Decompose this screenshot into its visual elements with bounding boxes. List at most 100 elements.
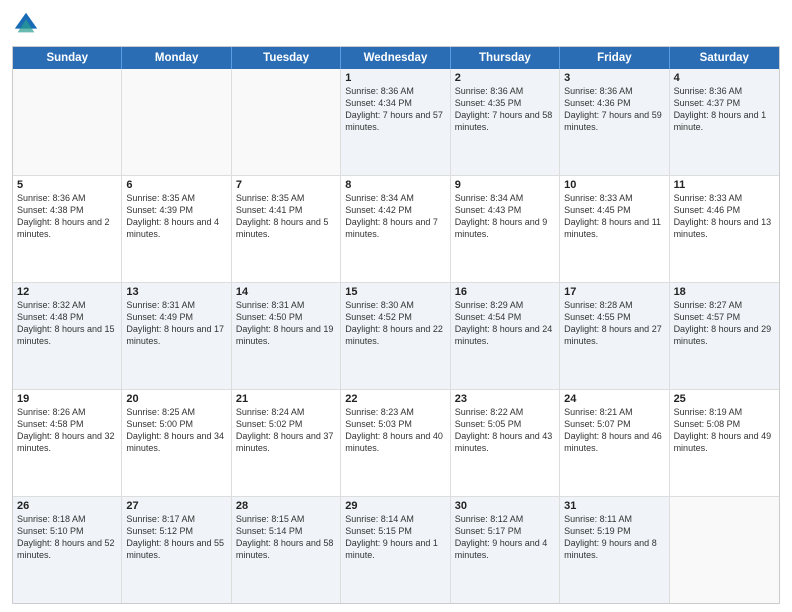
day-number: 30 (455, 500, 555, 512)
day-number: 15 (345, 286, 445, 298)
calendar-header: SundayMondayTuesdayWednesdayThursdayFrid… (13, 47, 779, 69)
calendar-cell: 22Sunrise: 8:23 AM Sunset: 5:03 PM Dayli… (341, 390, 450, 496)
calendar-cell: 1Sunrise: 8:36 AM Sunset: 4:34 PM Daylig… (341, 69, 450, 175)
day-info: Sunrise: 8:14 AM Sunset: 5:15 PM Dayligh… (345, 513, 445, 562)
calendar-cell: 26Sunrise: 8:18 AM Sunset: 5:10 PM Dayli… (13, 497, 122, 603)
calendar-cell: 16Sunrise: 8:29 AM Sunset: 4:54 PM Dayli… (451, 283, 560, 389)
day-info: Sunrise: 8:32 AM Sunset: 4:48 PM Dayligh… (17, 299, 117, 348)
calendar-cell: 24Sunrise: 8:21 AM Sunset: 5:07 PM Dayli… (560, 390, 669, 496)
day-number: 10 (564, 179, 664, 191)
day-info: Sunrise: 8:11 AM Sunset: 5:19 PM Dayligh… (564, 513, 664, 562)
day-info: Sunrise: 8:17 AM Sunset: 5:12 PM Dayligh… (126, 513, 226, 562)
calendar: SundayMondayTuesdayWednesdayThursdayFrid… (12, 46, 780, 604)
day-info: Sunrise: 8:15 AM Sunset: 5:14 PM Dayligh… (236, 513, 336, 562)
day-number: 5 (17, 179, 117, 191)
day-number: 23 (455, 393, 555, 405)
calendar-cell (232, 69, 341, 175)
day-number: 4 (674, 72, 775, 84)
day-info: Sunrise: 8:31 AM Sunset: 4:50 PM Dayligh… (236, 299, 336, 348)
day-number: 21 (236, 393, 336, 405)
calendar-cell: 12Sunrise: 8:32 AM Sunset: 4:48 PM Dayli… (13, 283, 122, 389)
calendar-row: 5Sunrise: 8:36 AM Sunset: 4:38 PM Daylig… (13, 176, 779, 283)
day-number: 6 (126, 179, 226, 191)
weekday-header: Friday (560, 47, 669, 69)
calendar-cell: 17Sunrise: 8:28 AM Sunset: 4:55 PM Dayli… (560, 283, 669, 389)
day-info: Sunrise: 8:35 AM Sunset: 4:41 PM Dayligh… (236, 192, 336, 241)
day-number: 2 (455, 72, 555, 84)
day-info: Sunrise: 8:29 AM Sunset: 4:54 PM Dayligh… (455, 299, 555, 348)
weekday-header: Saturday (670, 47, 779, 69)
day-info: Sunrise: 8:26 AM Sunset: 4:58 PM Dayligh… (17, 406, 117, 455)
calendar-cell: 7Sunrise: 8:35 AM Sunset: 4:41 PM Daylig… (232, 176, 341, 282)
day-info: Sunrise: 8:36 AM Sunset: 4:38 PM Dayligh… (17, 192, 117, 241)
day-info: Sunrise: 8:36 AM Sunset: 4:35 PM Dayligh… (455, 85, 555, 134)
day-info: Sunrise: 8:30 AM Sunset: 4:52 PM Dayligh… (345, 299, 445, 348)
weekday-header: Thursday (451, 47, 560, 69)
calendar-cell: 31Sunrise: 8:11 AM Sunset: 5:19 PM Dayli… (560, 497, 669, 603)
calendar-row: 26Sunrise: 8:18 AM Sunset: 5:10 PM Dayli… (13, 497, 779, 603)
day-info: Sunrise: 8:28 AM Sunset: 4:55 PM Dayligh… (564, 299, 664, 348)
weekday-header: Tuesday (232, 47, 341, 69)
calendar-cell: 10Sunrise: 8:33 AM Sunset: 4:45 PM Dayli… (560, 176, 669, 282)
calendar-cell (13, 69, 122, 175)
day-number: 28 (236, 500, 336, 512)
day-number: 13 (126, 286, 226, 298)
calendar-cell: 30Sunrise: 8:12 AM Sunset: 5:17 PM Dayli… (451, 497, 560, 603)
day-info: Sunrise: 8:36 AM Sunset: 4:37 PM Dayligh… (674, 85, 775, 134)
calendar-cell: 9Sunrise: 8:34 AM Sunset: 4:43 PM Daylig… (451, 176, 560, 282)
header (12, 10, 780, 38)
calendar-cell: 14Sunrise: 8:31 AM Sunset: 4:50 PM Dayli… (232, 283, 341, 389)
calendar-row: 12Sunrise: 8:32 AM Sunset: 4:48 PM Dayli… (13, 283, 779, 390)
day-number: 19 (17, 393, 117, 405)
day-number: 1 (345, 72, 445, 84)
weekday-header: Monday (122, 47, 231, 69)
day-info: Sunrise: 8:25 AM Sunset: 5:00 PM Dayligh… (126, 406, 226, 455)
day-number: 18 (674, 286, 775, 298)
day-number: 9 (455, 179, 555, 191)
day-number: 22 (345, 393, 445, 405)
day-info: Sunrise: 8:27 AM Sunset: 4:57 PM Dayligh… (674, 299, 775, 348)
calendar-cell: 2Sunrise: 8:36 AM Sunset: 4:35 PM Daylig… (451, 69, 560, 175)
calendar-cell: 29Sunrise: 8:14 AM Sunset: 5:15 PM Dayli… (341, 497, 450, 603)
calendar-cell: 13Sunrise: 8:31 AM Sunset: 4:49 PM Dayli… (122, 283, 231, 389)
day-number: 8 (345, 179, 445, 191)
day-info: Sunrise: 8:21 AM Sunset: 5:07 PM Dayligh… (564, 406, 664, 455)
day-info: Sunrise: 8:23 AM Sunset: 5:03 PM Dayligh… (345, 406, 445, 455)
calendar-cell: 19Sunrise: 8:26 AM Sunset: 4:58 PM Dayli… (13, 390, 122, 496)
calendar-cell (122, 69, 231, 175)
calendar-cell: 25Sunrise: 8:19 AM Sunset: 5:08 PM Dayli… (670, 390, 779, 496)
page: SundayMondayTuesdayWednesdayThursdayFrid… (0, 0, 792, 612)
calendar-cell: 15Sunrise: 8:30 AM Sunset: 4:52 PM Dayli… (341, 283, 450, 389)
day-number: 16 (455, 286, 555, 298)
calendar-cell: 21Sunrise: 8:24 AM Sunset: 5:02 PM Dayli… (232, 390, 341, 496)
weekday-header: Wednesday (341, 47, 450, 69)
calendar-row: 19Sunrise: 8:26 AM Sunset: 4:58 PM Dayli… (13, 390, 779, 497)
day-info: Sunrise: 8:12 AM Sunset: 5:17 PM Dayligh… (455, 513, 555, 562)
calendar-cell (670, 497, 779, 603)
calendar-cell: 5Sunrise: 8:36 AM Sunset: 4:38 PM Daylig… (13, 176, 122, 282)
calendar-cell: 11Sunrise: 8:33 AM Sunset: 4:46 PM Dayli… (670, 176, 779, 282)
day-info: Sunrise: 8:34 AM Sunset: 4:43 PM Dayligh… (455, 192, 555, 241)
calendar-cell: 6Sunrise: 8:35 AM Sunset: 4:39 PM Daylig… (122, 176, 231, 282)
calendar-body: 1Sunrise: 8:36 AM Sunset: 4:34 PM Daylig… (13, 69, 779, 603)
day-info: Sunrise: 8:33 AM Sunset: 4:45 PM Dayligh… (564, 192, 664, 241)
logo-icon (12, 10, 40, 38)
day-number: 12 (17, 286, 117, 298)
day-number: 31 (564, 500, 664, 512)
day-number: 17 (564, 286, 664, 298)
day-info: Sunrise: 8:19 AM Sunset: 5:08 PM Dayligh… (674, 406, 775, 455)
day-number: 3 (564, 72, 664, 84)
day-number: 7 (236, 179, 336, 191)
day-info: Sunrise: 8:33 AM Sunset: 4:46 PM Dayligh… (674, 192, 775, 241)
calendar-cell: 23Sunrise: 8:22 AM Sunset: 5:05 PM Dayli… (451, 390, 560, 496)
day-number: 26 (17, 500, 117, 512)
day-info: Sunrise: 8:18 AM Sunset: 5:10 PM Dayligh… (17, 513, 117, 562)
calendar-row: 1Sunrise: 8:36 AM Sunset: 4:34 PM Daylig… (13, 69, 779, 176)
day-info: Sunrise: 8:22 AM Sunset: 5:05 PM Dayligh… (455, 406, 555, 455)
calendar-cell: 18Sunrise: 8:27 AM Sunset: 4:57 PM Dayli… (670, 283, 779, 389)
calendar-cell: 27Sunrise: 8:17 AM Sunset: 5:12 PM Dayli… (122, 497, 231, 603)
day-number: 14 (236, 286, 336, 298)
day-info: Sunrise: 8:35 AM Sunset: 4:39 PM Dayligh… (126, 192, 226, 241)
calendar-cell: 4Sunrise: 8:36 AM Sunset: 4:37 PM Daylig… (670, 69, 779, 175)
day-number: 24 (564, 393, 664, 405)
